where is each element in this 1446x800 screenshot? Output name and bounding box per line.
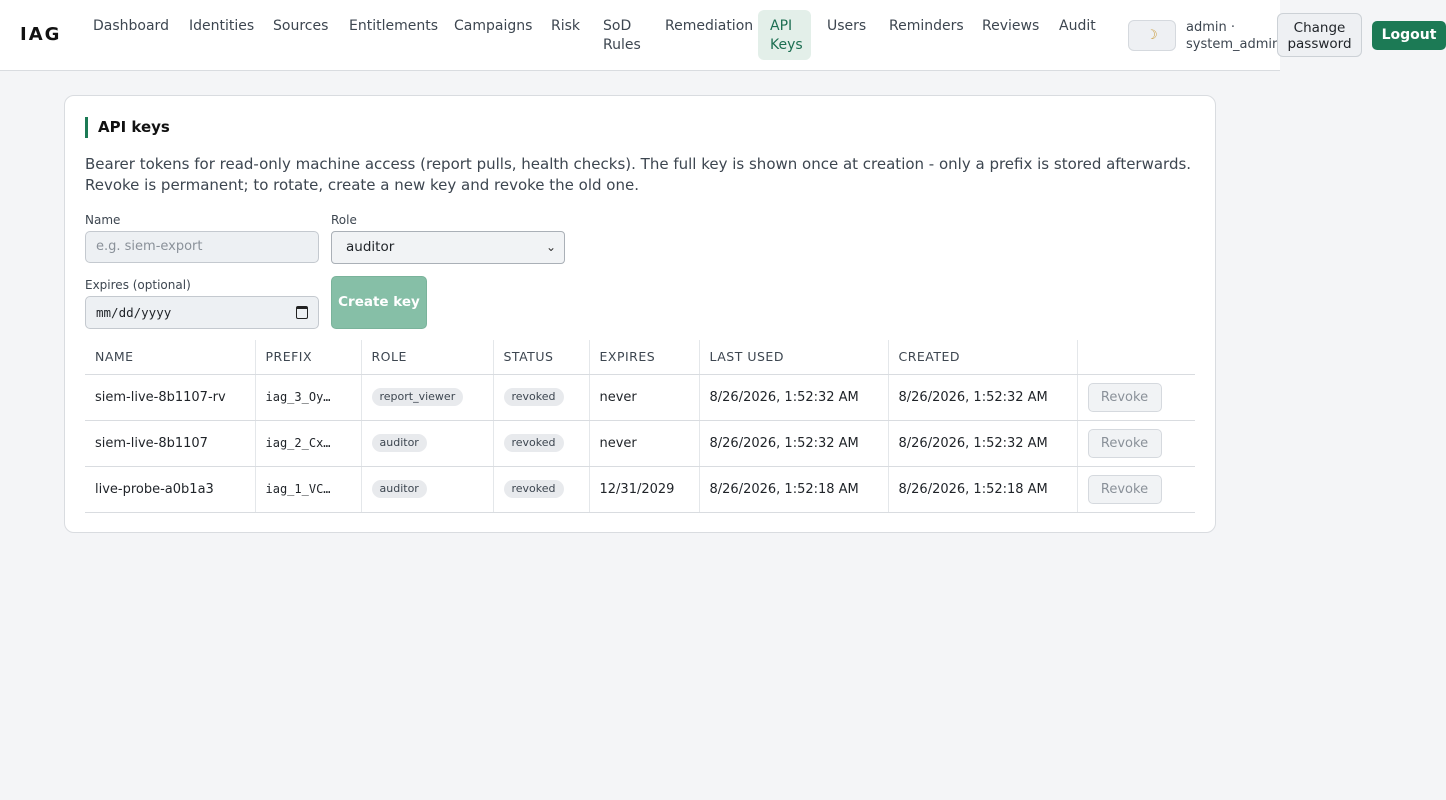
- nav-users[interactable]: Users: [827, 10, 866, 60]
- nav-sod-rules[interactable]: SoD Rules: [603, 10, 643, 60]
- status-badge: revoked: [503, 388, 564, 406]
- column-header-last-used[interactable]: LAST USED: [699, 340, 889, 375]
- role-badge: auditor: [371, 480, 427, 498]
- role-select-value: auditor: [346, 239, 395, 255]
- key-expires: never: [589, 374, 700, 421]
- create-key-button[interactable]: Create key: [331, 276, 427, 329]
- role-field-label: Role: [331, 213, 357, 227]
- page-description: Bearer tokens for read-only machine acce…: [85, 155, 1192, 194]
- api-keys-card: API keys Bearer tokens for read-only mac…: [64, 95, 1216, 533]
- nav-audit[interactable]: Audit: [1059, 10, 1096, 60]
- api-keys-table: NAME PREFIX ROLE STATUS EXPIRES LAST USE…: [85, 340, 1195, 513]
- column-header-prefix[interactable]: PREFIX: [255, 340, 362, 375]
- logout-button[interactable]: Logout: [1372, 21, 1446, 50]
- key-expires: 12/31/2029: [589, 466, 700, 513]
- nav-risk[interactable]: Risk: [551, 10, 580, 60]
- nav-identities[interactable]: Identities: [189, 10, 254, 60]
- expires-date-placeholder: mm/dd/yyyy: [96, 305, 172, 320]
- nav-reviews[interactable]: Reviews: [982, 10, 1039, 60]
- expires-date-input[interactable]: mm/dd/yyyy: [85, 296, 319, 329]
- column-header-role[interactable]: ROLE: [361, 340, 494, 375]
- theme-toggle-button[interactable]: ☽: [1128, 20, 1176, 51]
- nav-remediation[interactable]: Remediation: [665, 10, 753, 60]
- expires-field-label: Expires (optional): [85, 278, 191, 292]
- key-last-used: 8/26/2026, 1:52:32 AM: [699, 374, 889, 421]
- status-badge: revoked: [503, 434, 564, 452]
- key-last-used: 8/26/2026, 1:52:18 AM: [699, 466, 889, 513]
- moon-icon: ☽: [1146, 28, 1158, 43]
- name-field-label: Name: [85, 213, 121, 227]
- key-expires: never: [589, 420, 700, 467]
- top-nav-bar: IAG Dashboard Identities Sources Entitle…: [0, 0, 1280, 71]
- name-input[interactable]: e.g. siem-export: [85, 231, 319, 263]
- brand-logo: IAG: [20, 24, 62, 45]
- chevron-down-icon: ⌄: [545, 240, 556, 254]
- revoke-button[interactable]: Revoke: [1087, 428, 1162, 458]
- nav-entitlements[interactable]: Entitlements: [349, 10, 438, 60]
- key-created: 8/26/2026, 1:52:18 AM: [888, 466, 1078, 513]
- role-badge: report_viewer: [371, 388, 464, 406]
- nav-campaigns[interactable]: Campaigns: [454, 10, 532, 60]
- column-header-expires[interactable]: EXPIRES: [589, 340, 700, 375]
- table-row: live-probe-a0b1a3 iag_1_VC… auditor revo…: [85, 466, 1195, 513]
- column-header-name[interactable]: NAME: [85, 340, 256, 375]
- status-badge: revoked: [503, 480, 564, 498]
- key-created: 8/26/2026, 1:52:32 AM: [888, 374, 1078, 421]
- column-header-status[interactable]: STATUS: [493, 340, 590, 375]
- role-select[interactable]: auditor ⌄: [331, 231, 565, 264]
- table-header-row: NAME PREFIX ROLE STATUS EXPIRES LAST USE…: [85, 340, 1195, 375]
- key-prefix: iag_3_Oy…: [255, 374, 362, 421]
- nav-dashboard[interactable]: Dashboard: [93, 10, 169, 60]
- column-header-created[interactable]: CREATED: [888, 340, 1078, 375]
- key-name: siem-live-8b1107-rv: [85, 374, 256, 421]
- current-user-label: admin · system_admin: [1186, 20, 1281, 52]
- nav-api-keys[interactable]: API Keys: [758, 10, 811, 60]
- key-name: live-probe-a0b1a3: [85, 466, 256, 513]
- key-name: siem-live-8b1107: [85, 420, 256, 467]
- key-prefix: iag_1_VC…: [255, 466, 362, 513]
- calendar-icon[interactable]: [296, 306, 308, 319]
- nav-sources[interactable]: Sources: [273, 10, 328, 60]
- role-badge: auditor: [371, 434, 427, 452]
- page-title: API keys: [85, 117, 170, 138]
- key-prefix: iag_2_Cx…: [255, 420, 362, 467]
- revoke-button[interactable]: Revoke: [1087, 474, 1162, 504]
- table-row: siem-live-8b1107-rv iag_3_Oy… report_vie…: [85, 374, 1195, 421]
- table-row: siem-live-8b1107 iag_2_Cx… auditor revok…: [85, 420, 1195, 467]
- key-created: 8/26/2026, 1:52:32 AM: [888, 420, 1078, 467]
- revoke-button[interactable]: Revoke: [1087, 382, 1162, 412]
- column-header-actions: [1077, 340, 1195, 375]
- change-password-button[interactable]: Change password: [1277, 13, 1362, 57]
- nav-reminders[interactable]: Reminders: [889, 10, 964, 60]
- key-last-used: 8/26/2026, 1:52:32 AM: [699, 420, 889, 467]
